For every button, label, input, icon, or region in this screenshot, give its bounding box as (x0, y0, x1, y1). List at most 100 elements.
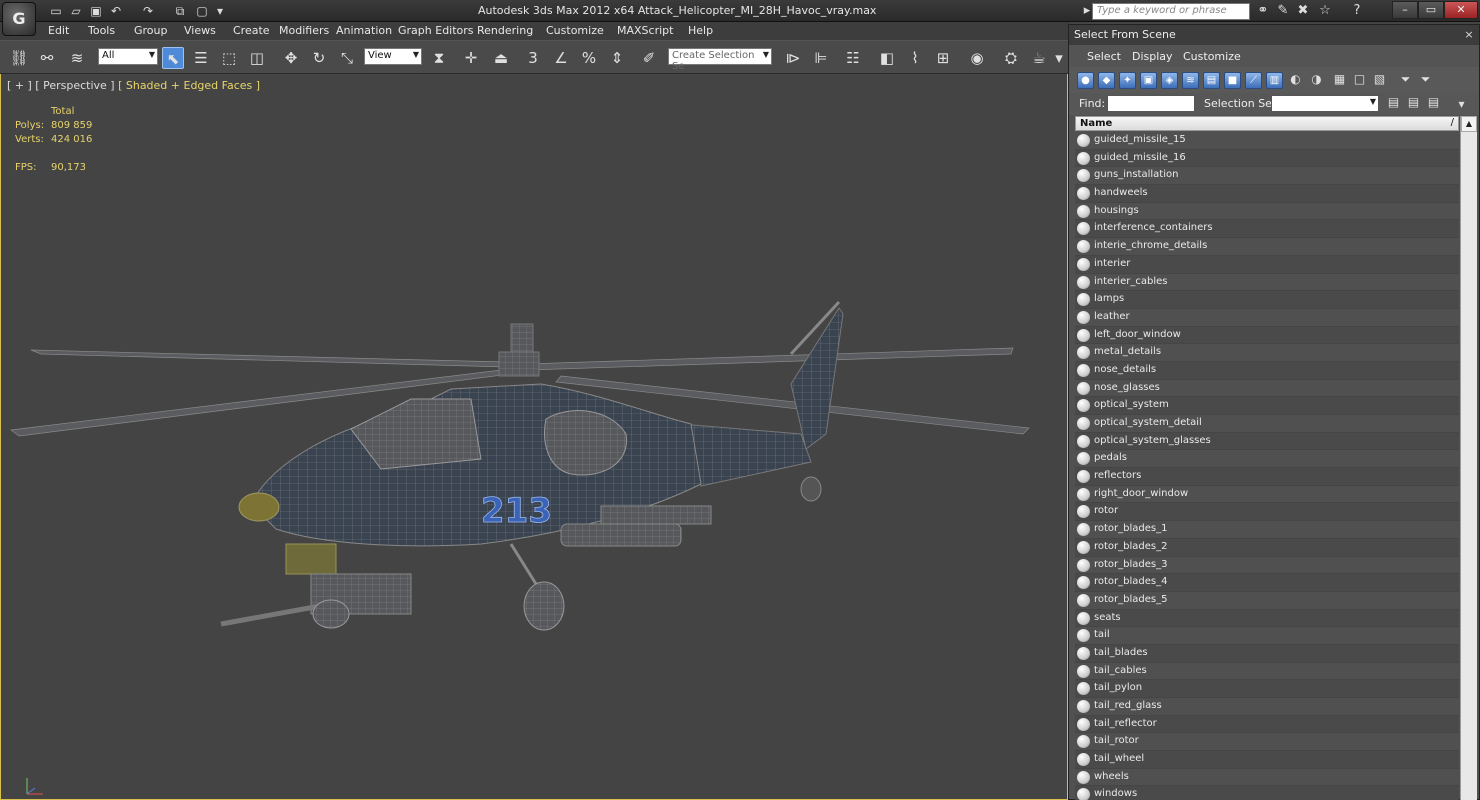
dialog-close-button[interactable]: × (1462, 28, 1476, 42)
list-item[interactable]: rotor_blades_4 (1075, 574, 1459, 592)
list-item[interactable]: pedals (1075, 450, 1459, 469)
menu-graph-editors[interactable]: Graph Editors (398, 24, 474, 37)
menu-maxscript[interactable]: MAXScript (617, 24, 673, 37)
select-and-link-icon[interactable]: ⛓ (8, 47, 30, 69)
layer-manager-icon[interactable]: ☷ (842, 47, 864, 69)
display-none-icon[interactable]: □ (1351, 72, 1368, 89)
list-item[interactable]: interier_cables (1075, 273, 1459, 292)
perspective-viewport[interactable]: [ + ] [ Perspective ] [ Shaded + Edged F… (0, 74, 1068, 800)
quick-access-dropdown-icon[interactable]: ▾ (212, 3, 228, 19)
snaps-toggle-icon[interactable]: 3 (522, 47, 544, 69)
project-folder-icon[interactable]: ⧉ (172, 3, 188, 19)
list-item[interactable]: optical_system_glasses (1075, 432, 1459, 451)
bind-to-space-warp-icon[interactable]: ≋ (66, 47, 88, 69)
angle-snap-icon[interactable]: ∠ (550, 47, 572, 69)
favorites-star-icon[interactable]: ☆ (1316, 3, 1334, 19)
display-all-icon[interactable]: ▦ (1331, 72, 1348, 89)
redo-icon[interactable]: ↷ (140, 3, 156, 19)
spinner-snap-icon[interactable]: ⇕ (606, 47, 628, 69)
align-icon[interactable]: ⊫ (810, 47, 832, 69)
list-item[interactable]: interier (1075, 255, 1459, 274)
pivot-center-icon[interactable]: ⧗ (428, 47, 450, 69)
menu-create[interactable]: Create (233, 24, 270, 37)
find-input[interactable] (1107, 95, 1195, 112)
select-and-scale-icon[interactable]: ⤡ (336, 47, 358, 69)
toolbar-overflow-icon[interactable]: ▾ (1052, 47, 1066, 69)
list-item[interactable]: seats (1075, 609, 1459, 628)
list-item[interactable]: metal_details (1075, 344, 1459, 362)
list-item[interactable]: rotor_blades_5 (1075, 591, 1459, 610)
select-and-move-icon[interactable]: ✥ (280, 47, 302, 69)
menu-help[interactable]: Help (688, 24, 713, 37)
display-cameras-icon[interactable]: ▣ (1140, 72, 1157, 89)
display-bones-icon[interactable]: ⟋ (1245, 72, 1262, 89)
list-item[interactable]: lamps (1075, 291, 1459, 309)
rectangular-selection-icon[interactable]: ⬚ (218, 47, 240, 69)
graphite-modeling-icon[interactable]: ◧ (876, 47, 898, 69)
list-item[interactable]: rotor (1075, 503, 1459, 522)
dialog-menu-select[interactable]: Select (1087, 50, 1121, 63)
filter-settings-icon[interactable]: ⏷ (1417, 72, 1434, 89)
viewport-shading-mode[interactable]: [ Shaded + Edged Faces ] (118, 79, 260, 92)
list-item[interactable]: right_door_window (1075, 485, 1459, 504)
list-item[interactable]: guns_installation (1075, 167, 1459, 186)
undo-icon[interactable]: ↶ (108, 3, 124, 19)
open-file-icon[interactable]: ▱ (68, 3, 84, 19)
selection-filter-dropdown[interactable]: All ▼ (98, 48, 158, 65)
scroll-up-button[interactable]: ▲ (1461, 116, 1477, 132)
display-frozen-icon[interactable]: ◐ (1287, 72, 1304, 89)
viewport-label[interactable]: [ + ] [ Perspective ] [ Shaded + Edged F… (7, 79, 260, 92)
display-lights-icon[interactable]: ✦ (1119, 72, 1136, 89)
list-item[interactable]: tail_wheel (1075, 751, 1459, 769)
menu-rendering[interactable]: Rendering (477, 24, 533, 37)
unlink-selection-icon[interactable]: ⚯ (36, 47, 58, 69)
tools-icon[interactable]: ✎ (1274, 3, 1292, 19)
display-helpers-icon[interactable]: ◈ (1161, 72, 1178, 89)
dialog-title-bar[interactable]: Select From Scene × (1069, 25, 1479, 45)
edit-selection-set-icon[interactable]: ▤ (1385, 95, 1402, 112)
select-by-name-icon[interactable]: ☰ (190, 47, 212, 69)
list-item[interactable]: leather (1075, 308, 1459, 327)
render-setup-icon[interactable]: ⛭ (1000, 47, 1022, 69)
dialog-menu-display[interactable]: Display (1132, 50, 1173, 63)
curve-editor-icon[interactable]: ⌇ (904, 47, 926, 69)
list-item[interactable]: nose_glasses (1075, 379, 1459, 398)
list-item[interactable]: tail_cables (1075, 662, 1459, 681)
menu-edit[interactable]: Edit (48, 24, 69, 37)
list-item[interactable]: left_door_window (1075, 326, 1459, 345)
scene-object-list[interactable]: guided_missile_15 guided_missile_16 guns… (1075, 132, 1459, 800)
communication-icon[interactable]: ✖ (1294, 3, 1312, 19)
reference-coordinate-dropdown[interactable]: View ▼ (364, 48, 422, 65)
list-item[interactable]: handweels (1075, 185, 1459, 203)
list-item[interactable]: housings (1075, 202, 1459, 221)
maximize-button[interactable]: ▭ (1418, 1, 1444, 19)
list-item[interactable]: tail_rotor (1075, 733, 1459, 752)
menu-modifiers[interactable]: Modifiers (279, 24, 329, 37)
add-selection-set-icon[interactable]: ▤ (1405, 95, 1422, 112)
window-icon[interactable]: ▢ (194, 3, 210, 19)
select-and-manipulate-icon[interactable]: ✛ (460, 47, 482, 69)
named-selection-set-dropdown[interactable]: Create Selection Se ▼ (668, 48, 772, 72)
save-icon[interactable]: ▣ (88, 3, 104, 19)
filter-icon[interactable]: ⏷ (1397, 72, 1414, 89)
mirror-icon[interactable]: ⧐ (782, 47, 804, 69)
menu-customize[interactable]: Customize (546, 24, 604, 37)
display-shapes-icon[interactable]: ◆ (1098, 72, 1115, 89)
binoculars-icon[interactable]: ⚭ (1254, 3, 1272, 19)
list-item[interactable]: guided_missile_15 (1075, 132, 1459, 150)
select-and-rotate-icon[interactable]: ↻ (308, 47, 330, 69)
list-item[interactable]: interference_containers (1075, 220, 1459, 239)
menu-views[interactable]: Views (184, 24, 216, 37)
name-column-header[interactable]: Name / (1075, 116, 1459, 131)
list-item[interactable]: wheels (1075, 768, 1459, 787)
remove-selection-set-icon[interactable]: ▤ (1425, 95, 1442, 112)
menu-group[interactable]: Group (134, 24, 168, 37)
display-xrefs-icon[interactable]: ■ (1224, 72, 1241, 89)
helicopter-model[interactable]: 213 (1, 224, 1061, 644)
edit-named-selection-icon[interactable]: ✐ (638, 47, 660, 69)
minimize-button[interactable]: – (1392, 1, 1418, 19)
selection-set-dropdown[interactable]: ▼ (1271, 95, 1379, 112)
list-item[interactable]: rotor_blades_3 (1075, 556, 1459, 575)
menu-tools[interactable]: Tools (88, 24, 115, 37)
list-item[interactable]: tail_pylon (1075, 680, 1459, 698)
